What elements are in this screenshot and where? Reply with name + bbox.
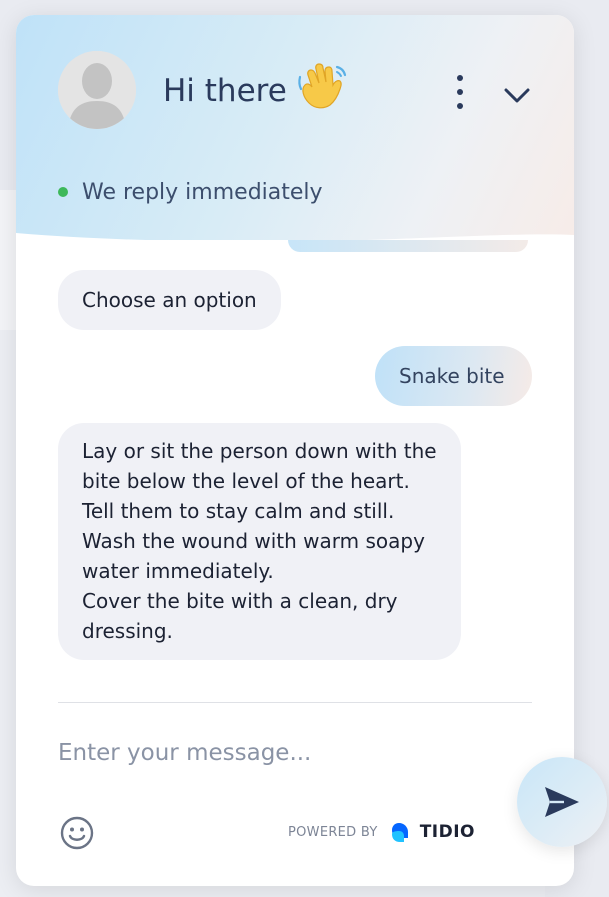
bot-message-text: Choose an option bbox=[82, 288, 257, 312]
send-icon bbox=[545, 787, 579, 817]
header-title: Hi there bbox=[163, 63, 347, 111]
powered-by-branding[interactable]: POWERED BY TIDIO bbox=[288, 817, 475, 847]
message-list: Choose an option Snake bite Lay or sit t… bbox=[16, 240, 574, 700]
tidio-logo-icon bbox=[391, 823, 408, 842]
status-text: We reply immediately bbox=[82, 179, 323, 205]
smiley-icon[interactable] bbox=[60, 816, 94, 850]
wave-emoji-icon bbox=[297, 63, 347, 119]
chevron-down-icon[interactable] bbox=[502, 81, 532, 109]
chat-widget: Hi there We reply immediately Choose an … bbox=[16, 15, 574, 886]
previous-message-bubble bbox=[288, 240, 528, 252]
chat-header: Hi there We reply immediately bbox=[16, 15, 574, 240]
send-button[interactable] bbox=[517, 757, 607, 847]
online-status: We reply immediately bbox=[58, 177, 323, 207]
powered-by-label: POWERED BY bbox=[288, 824, 378, 840]
tidio-logo: TIDIO bbox=[390, 820, 475, 844]
more-vertical-icon[interactable] bbox=[448, 75, 472, 109]
bot-instructions-bubble: Lay or sit the person down with the bite… bbox=[58, 423, 461, 660]
message-input[interactable] bbox=[58, 731, 478, 775]
status-dot bbox=[58, 187, 68, 197]
user-message-bubble: Snake bite bbox=[375, 346, 532, 406]
bot-message-bubble: Choose an option bbox=[58, 270, 281, 330]
avatar-placeholder-icon bbox=[58, 51, 136, 129]
user-message-text: Snake bite bbox=[399, 364, 505, 388]
header-title-text: Hi there bbox=[163, 73, 287, 109]
composer-divider bbox=[58, 702, 532, 703]
brand-name: TIDIO bbox=[419, 822, 475, 842]
